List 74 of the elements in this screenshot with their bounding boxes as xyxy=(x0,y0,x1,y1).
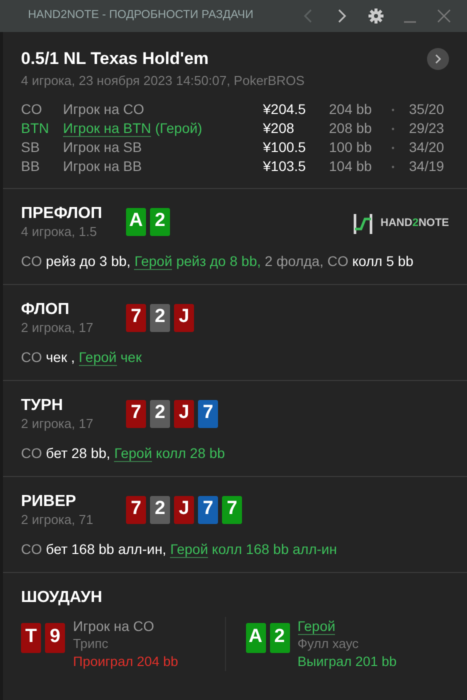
showdown-title: ШОУДАУН xyxy=(21,588,104,606)
playing-card: 2 xyxy=(270,622,290,652)
playing-card: 7 xyxy=(126,304,146,332)
position-label: BB xyxy=(21,158,40,174)
street-title: РИВЕР xyxy=(21,492,78,510)
street-info: 2 игрока, 71 xyxy=(21,510,94,528)
action-line: CO чек , Герой чек xyxy=(21,348,143,366)
hero-link[interactable]: Герой xyxy=(298,618,336,634)
hero-link[interactable]: Герой xyxy=(134,252,172,270)
position-label: SB xyxy=(21,138,40,154)
playing-card: 7 xyxy=(126,496,146,524)
playing-card: 2 xyxy=(150,400,170,428)
window-title: HAND2NOTE - ПОДРОБНОСТИ РАЗДАЧИ xyxy=(28,8,254,24)
position-label: BTN xyxy=(21,120,49,136)
stack-bb: 100 bb xyxy=(329,138,372,154)
logo-text: HAND2NOTE xyxy=(380,216,449,232)
player-name: Игрок на CO xyxy=(73,618,154,634)
street-info: 2 игрока, 17 xyxy=(21,414,94,432)
stack-bb: 208 bb xyxy=(329,120,372,136)
street-title: ТУРН xyxy=(21,396,64,414)
street-info: 2 игрока, 17 xyxy=(21,318,94,336)
playing-card: 2 xyxy=(150,496,170,524)
street-info: 4 игрока, 1.5 xyxy=(21,222,98,240)
logo-icon xyxy=(352,212,373,234)
stack-amount: ¥208 xyxy=(263,120,294,136)
hand-rank: Фулл хаус xyxy=(298,634,360,652)
player-stats: 35/20 xyxy=(409,100,444,116)
chevron-right-icon xyxy=(337,9,347,23)
result-text: Выиграл 201 bb xyxy=(298,652,397,670)
playing-card: 2 xyxy=(150,304,170,332)
stack-bb: 104 bb xyxy=(329,158,372,174)
playing-card: A xyxy=(126,208,146,236)
player-name: Игрок на BB xyxy=(63,158,142,174)
action-line: CO бет 28 bb, Герой колл 28 bb xyxy=(21,444,226,462)
action-line: CO бет 168 bb алл-ин, Герой колл 168 bb алл-ин xyxy=(21,540,338,558)
playing-card: J xyxy=(174,496,194,524)
next-button[interactable] xyxy=(427,48,449,70)
playing-card: 7 xyxy=(126,400,146,428)
player-name: Игрок на SB xyxy=(63,138,142,154)
stack-amount: ¥204.5 xyxy=(263,100,306,116)
playing-card: 7 xyxy=(198,400,218,428)
hero-label: (Герой) xyxy=(155,120,202,136)
playing-card: 7 xyxy=(222,496,242,524)
street-title: ФЛОП xyxy=(21,300,70,318)
action-line: CO рейз до 3 bb, Герой рейз до 8 bb, 2 фолда, CO колл 5 bb xyxy=(21,252,414,270)
player-name: Игрок на CO xyxy=(63,100,144,116)
street-title: ПРЕФЛОП xyxy=(21,204,104,222)
stack-amount: ¥100.5 xyxy=(263,138,306,154)
playing-card: A xyxy=(246,622,266,652)
stack-bb: 204 bb xyxy=(329,100,372,116)
settings-icon xyxy=(368,8,384,24)
player-stats: 29/23 xyxy=(409,120,444,136)
hand-title: 0.5/1 NL Texas Hold'em xyxy=(21,48,209,70)
hero-link[interactable]: Герой xyxy=(114,444,152,462)
chevron-left-icon xyxy=(303,9,313,23)
hero-link[interactable]: Герой xyxy=(170,540,208,558)
playing-card: J xyxy=(174,400,194,428)
position-label: CO xyxy=(21,100,42,116)
playing-card: T xyxy=(21,622,41,652)
hand-rank: Трипс xyxy=(73,634,110,652)
hero-link[interactable]: Герой xyxy=(78,348,117,366)
hand-subtitle: 4 игрока, 23 ноября 2023 14:50:07, PokerBROS xyxy=(21,72,306,90)
playing-card: J xyxy=(174,304,194,332)
playing-card: 7 xyxy=(198,496,218,524)
close-icon xyxy=(437,9,451,23)
playing-card: 9 xyxy=(45,622,65,652)
chevron-right-icon xyxy=(434,54,442,64)
player-name-link[interactable]: Игрок на BTN xyxy=(63,120,152,136)
player-stats: 34/20 xyxy=(409,138,444,154)
minimize-icon xyxy=(404,21,416,23)
stack-amount: ¥103.5 xyxy=(263,158,306,174)
playing-card: 2 xyxy=(150,208,170,236)
player-stats: 34/19 xyxy=(409,158,444,174)
result-text: Проиграл 204 bb xyxy=(73,652,178,670)
